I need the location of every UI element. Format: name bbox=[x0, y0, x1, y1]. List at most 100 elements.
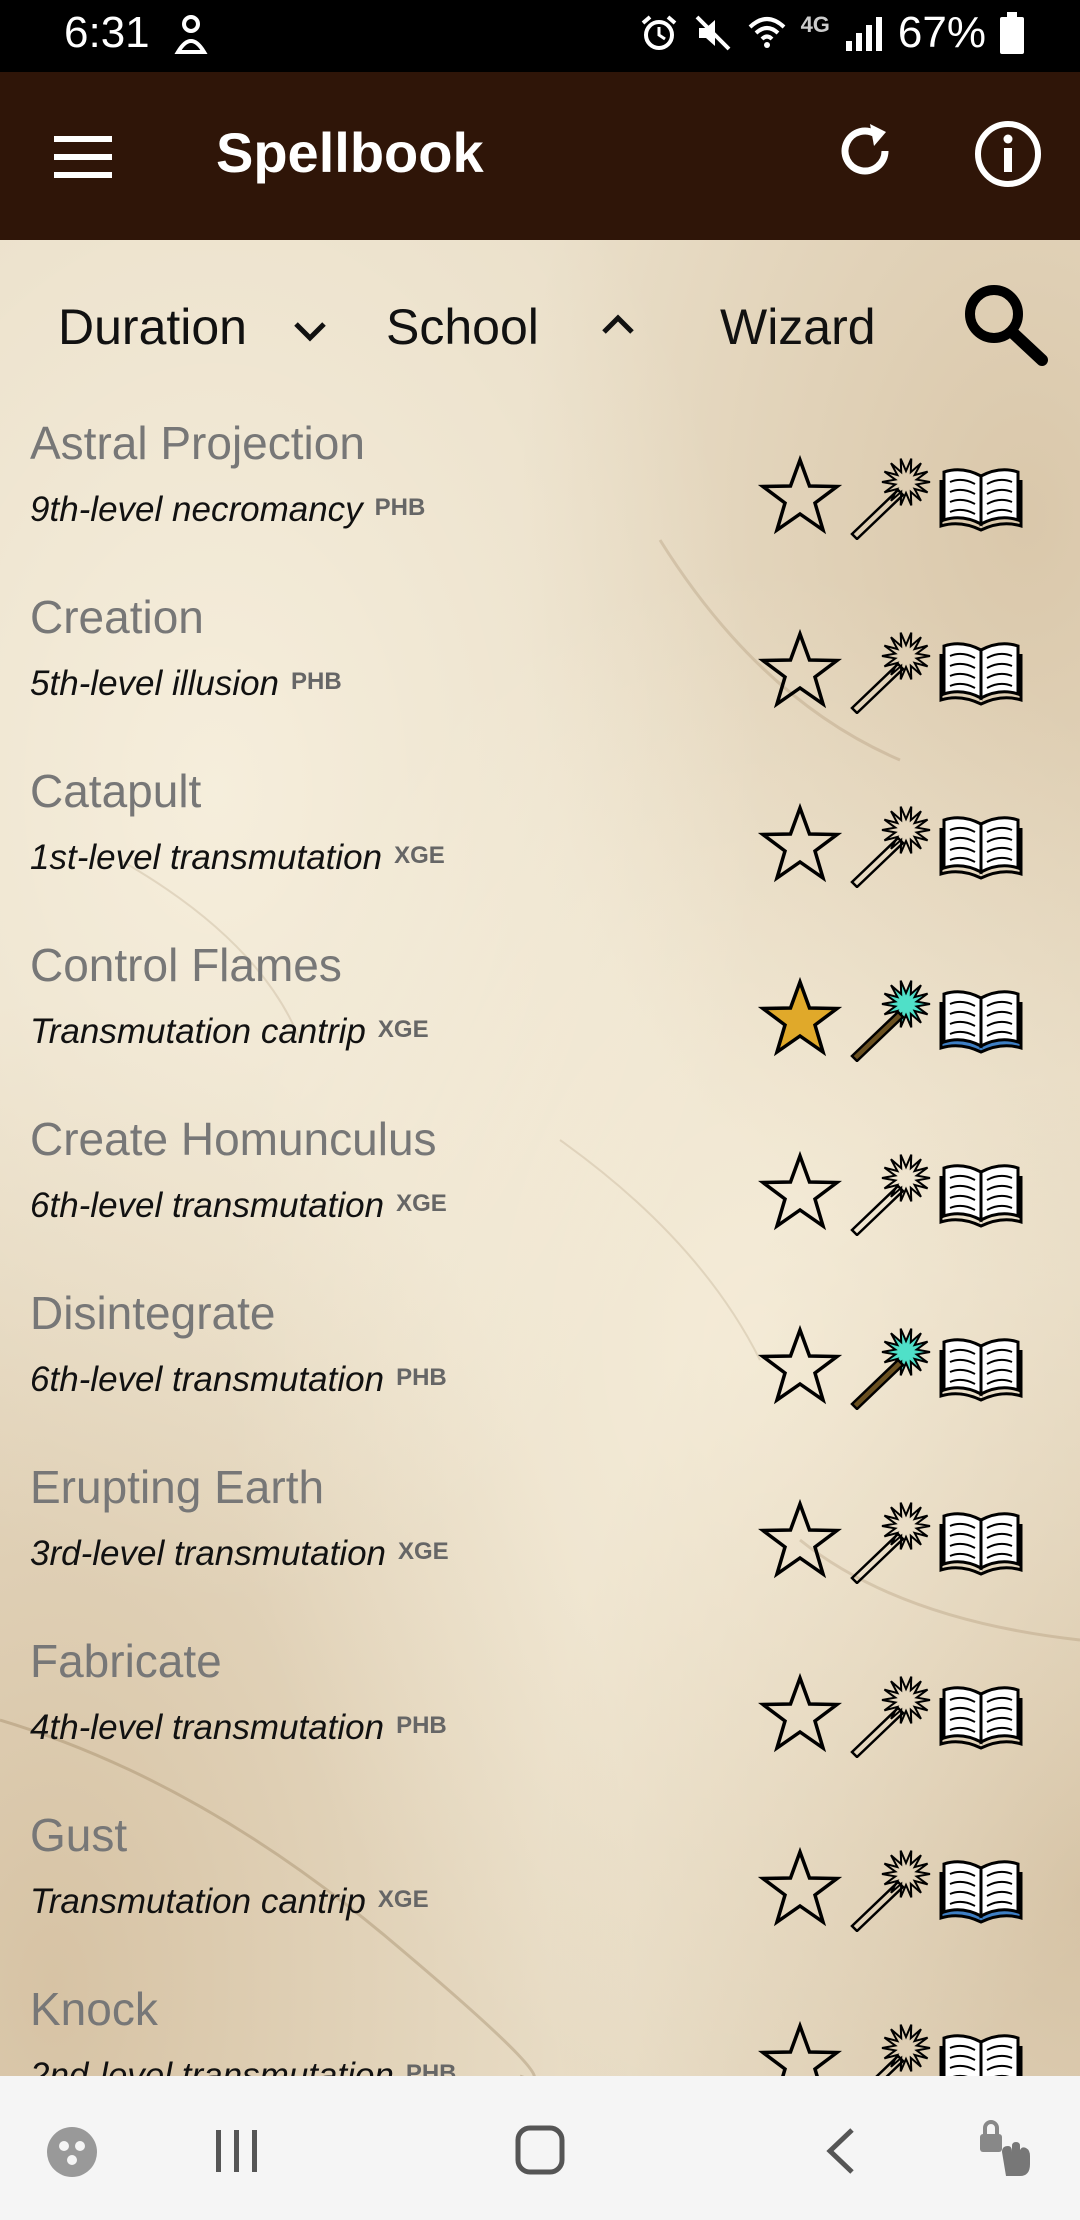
favorite-star-icon[interactable] bbox=[758, 454, 842, 538]
spell-name: Gust bbox=[30, 1809, 128, 1861]
prepared-wand-icon[interactable] bbox=[848, 1498, 934, 1584]
spell-level-school: Transmutation cantrip XGE bbox=[30, 1882, 429, 1922]
back-icon[interactable] bbox=[820, 2126, 864, 2176]
game-launcher-icon[interactable] bbox=[44, 2124, 100, 2180]
spell-row[interactable]: Control Flames Transmutation cantrip XGE bbox=[0, 932, 1080, 1106]
prepared-wand-icon[interactable] bbox=[848, 802, 934, 888]
status-time: 6:31 bbox=[64, 8, 150, 57]
chevron-down-icon[interactable] bbox=[290, 312, 330, 352]
app-title: Spellbook bbox=[216, 121, 484, 184]
spell-list-area: Duration School Wizard Astral Projection… bbox=[0, 240, 1080, 2076]
spell-source: XGE bbox=[398, 1538, 449, 1565]
home-icon[interactable] bbox=[514, 2124, 566, 2176]
status-icons: 4G 67% bbox=[639, 8, 1024, 58]
prepared-wand-icon[interactable] bbox=[848, 1846, 934, 1932]
app-bar: Spellbook bbox=[0, 72, 1080, 240]
known-book-icon[interactable] bbox=[938, 982, 1024, 1060]
spell-level: Transmutation cantrip bbox=[30, 1012, 366, 1051]
info-icon[interactable] bbox=[970, 116, 1046, 192]
prepared-wand-icon[interactable] bbox=[848, 976, 934, 1062]
spell-row[interactable]: Catapult 1st-level transmutation XGE bbox=[0, 758, 1080, 932]
spell-level: 5th-level illusion bbox=[30, 664, 280, 703]
spell-level-school: 6th-level transmutation PHB bbox=[30, 1360, 447, 1400]
prepared-wand-icon[interactable] bbox=[848, 454, 934, 540]
touch-lock-icon[interactable] bbox=[976, 2116, 1040, 2180]
spell-level-school: 2nd-level transmutation PHB bbox=[30, 2056, 456, 2076]
spell-source: PHB bbox=[291, 668, 342, 695]
spell-source: PHB bbox=[396, 1364, 447, 1391]
favorite-star-icon[interactable] bbox=[758, 2020, 842, 2076]
favorite-star-icon[interactable] bbox=[758, 628, 842, 712]
known-book-icon[interactable] bbox=[938, 808, 1024, 886]
prepared-wand-icon[interactable] bbox=[848, 1324, 934, 1410]
known-book-icon[interactable] bbox=[938, 1852, 1024, 1930]
wifi-icon bbox=[748, 17, 785, 48]
known-book-icon[interactable] bbox=[938, 1330, 1024, 1408]
signal-icon bbox=[845, 17, 882, 51]
spell-level: 2nd-level transmutation bbox=[30, 2056, 394, 2076]
spell-name: Astral Projection bbox=[30, 417, 365, 469]
sort-field-1[interactable]: Duration bbox=[58, 298, 247, 356]
spell-name: Create Homunculus bbox=[30, 1113, 437, 1165]
prepared-wand-icon[interactable] bbox=[848, 1672, 934, 1758]
prepared-wand-icon[interactable] bbox=[848, 628, 934, 714]
spell-name: Creation bbox=[30, 591, 204, 643]
sort-field-2[interactable]: School bbox=[386, 298, 539, 356]
spell-level-school: Transmutation cantrip XGE bbox=[30, 1012, 429, 1052]
spell-level: 1st-level transmutation bbox=[30, 838, 383, 877]
chevron-up-icon[interactable] bbox=[598, 304, 638, 344]
favorite-star-icon[interactable] bbox=[758, 1672, 842, 1756]
prepared-wand-icon[interactable] bbox=[848, 2020, 934, 2076]
notification-icon bbox=[174, 15, 208, 54]
spell-level: 6th-level transmutation bbox=[30, 1186, 385, 1225]
spell-name: Disintegrate bbox=[30, 1287, 276, 1339]
spell-level: 6th-level transmutation bbox=[30, 1360, 385, 1399]
spell-row[interactable]: Erupting Earth 3rd-level transmutation XGE bbox=[0, 1454, 1080, 1628]
spell-row[interactable]: Disintegrate 6th-level transmutation PHB bbox=[0, 1280, 1080, 1454]
spell-name: Fabricate bbox=[30, 1635, 222, 1687]
known-book-icon[interactable] bbox=[938, 1678, 1024, 1756]
network-type: 4G bbox=[800, 12, 830, 37]
favorite-star-icon[interactable] bbox=[758, 1846, 842, 1930]
class-filter[interactable]: Wizard bbox=[720, 298, 876, 356]
menu-icon[interactable] bbox=[48, 122, 118, 192]
spell-row[interactable]: Fabricate 4th-level transmutation PHB bbox=[0, 1628, 1080, 1802]
spell-row[interactable]: Knock 2nd-level transmutation PHB bbox=[0, 1976, 1080, 2076]
search-icon[interactable] bbox=[960, 280, 1050, 370]
favorite-star-icon[interactable] bbox=[758, 976, 842, 1060]
system-nav-bar bbox=[0, 2076, 1080, 2220]
known-book-icon[interactable] bbox=[938, 634, 1024, 712]
battery-percent: 67% bbox=[897, 8, 986, 57]
mute-icon bbox=[695, 15, 730, 51]
spell-row[interactable]: Create Homunculus 6th-level transmutation… bbox=[0, 1106, 1080, 1280]
favorite-star-icon[interactable] bbox=[758, 1150, 842, 1234]
alarm-icon bbox=[641, 15, 676, 50]
spell-row[interactable]: Creation 5th-level illusion PHB bbox=[0, 584, 1080, 758]
spell-source: PHB bbox=[374, 494, 426, 521]
prepared-wand-icon[interactable] bbox=[848, 1150, 934, 1236]
spell-level-school: 9th-level necromancy PHB bbox=[30, 490, 425, 530]
spell-source: XGE bbox=[394, 842, 445, 869]
spell-level-school: 5th-level illusion PHB bbox=[30, 664, 342, 704]
known-book-icon[interactable] bbox=[938, 2026, 1024, 2076]
spell-level-school: 3rd-level transmutation XGE bbox=[30, 1534, 449, 1574]
spell-level-school: 1st-level transmutation XGE bbox=[30, 838, 445, 878]
spell-level: 4th-level transmutation bbox=[30, 1708, 385, 1747]
favorite-star-icon[interactable] bbox=[758, 1498, 842, 1582]
known-book-icon[interactable] bbox=[938, 460, 1024, 538]
favorite-star-icon[interactable] bbox=[758, 1324, 842, 1408]
recent-apps-icon[interactable] bbox=[212, 2126, 262, 2176]
favorite-star-icon[interactable] bbox=[758, 802, 842, 886]
spell-level-school: 6th-level transmutation XGE bbox=[30, 1186, 447, 1226]
spell-source: PHB bbox=[396, 1712, 447, 1739]
spell-name: Erupting Earth bbox=[30, 1461, 325, 1513]
spell-level: 3rd-level transmutation bbox=[30, 1534, 386, 1573]
spell-row[interactable]: Gust Transmutation cantrip XGE bbox=[0, 1802, 1080, 1976]
spell-name: Knock bbox=[30, 1983, 158, 2035]
spell-row[interactable]: Astral Projection 9th-level necromancy PHB bbox=[0, 410, 1080, 584]
refresh-icon[interactable] bbox=[830, 116, 900, 186]
known-book-icon[interactable] bbox=[938, 1504, 1024, 1582]
spell-list: Astral Projection 9th-level necromancy PHB… bbox=[0, 410, 1080, 2076]
spell-level-school: 4th-level transmutation PHB bbox=[30, 1708, 447, 1748]
known-book-icon[interactable] bbox=[938, 1156, 1024, 1234]
